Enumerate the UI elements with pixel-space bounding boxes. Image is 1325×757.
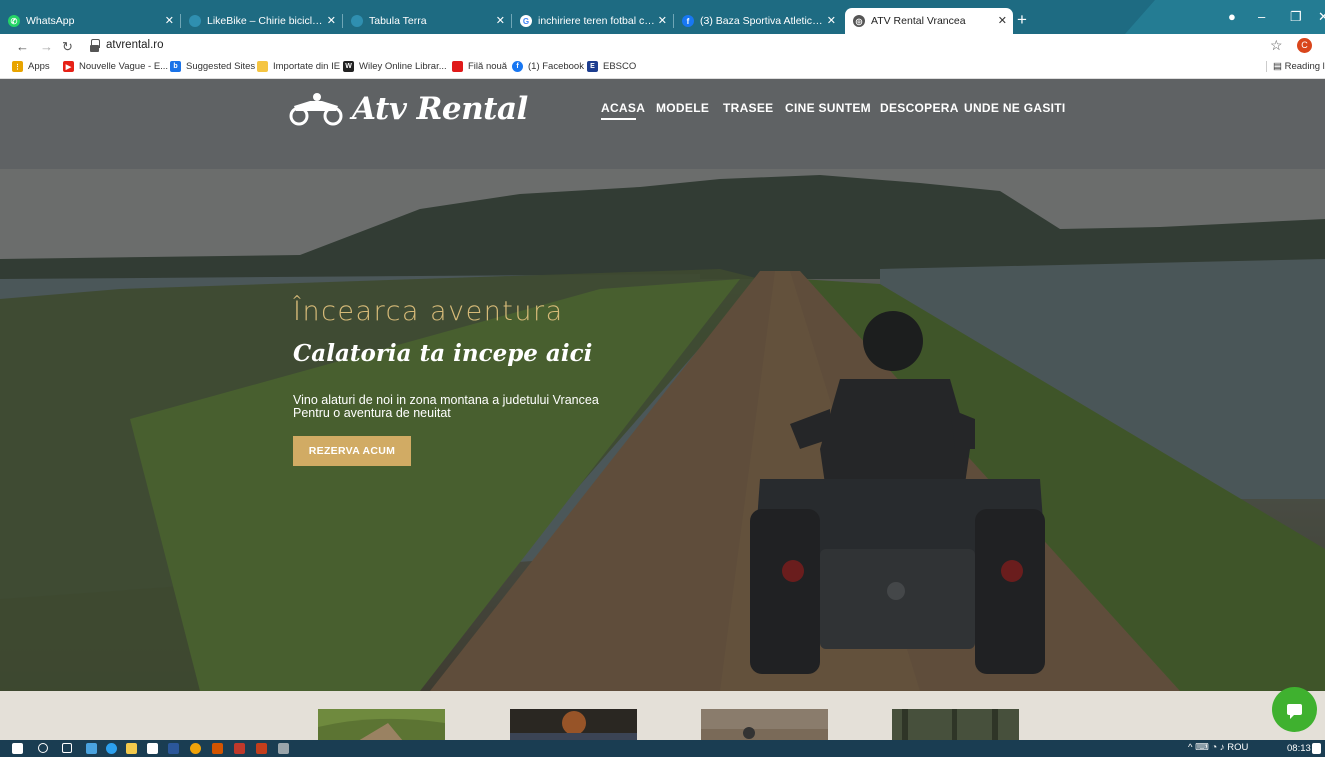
bing-icon: b: [170, 61, 181, 72]
back-icon[interactable]: ←: [16, 39, 29, 54]
notifications-icon[interactable]: [1312, 743, 1321, 754]
profile-avatar[interactable]: C: [1297, 38, 1312, 53]
ebsco-icon: E: [587, 61, 598, 72]
tab-tabula-terra[interactable]: Tabula Terra ✕: [343, 8, 511, 34]
likebike-icon: [189, 15, 201, 27]
store-icon[interactable]: [147, 743, 158, 754]
app-icon[interactable]: [278, 743, 289, 754]
lock-icon: [90, 39, 100, 52]
nav-trasee[interactable]: TRASEE: [723, 101, 773, 115]
nav-cine-suntem[interactable]: CINE SUNTEM: [785, 101, 871, 115]
nav-acasa[interactable]: ACASA: [601, 101, 645, 115]
reading-list[interactable]: ▤ Reading li: [1266, 61, 1325, 72]
facebook-icon: f: [682, 15, 694, 27]
globe-icon: ◎: [853, 15, 865, 27]
folder-icon: [257, 61, 268, 72]
powerpoint-icon[interactable]: [256, 743, 267, 754]
apps-grid-icon: ⋮: [12, 61, 23, 72]
close-icon[interactable]: ✕: [327, 14, 336, 27]
nav-descopera[interactable]: DESCOPERA: [880, 101, 959, 115]
tab-facebook-baza[interactable]: f (3) Baza Sportiva Atletico Craiova ✕: [674, 8, 842, 34]
tabula-terra-icon: [351, 15, 363, 27]
bookmarks-bar: ⋮ Apps ▶ Nouvelle Vague - E... b Suggest…: [0, 58, 1325, 79]
hero-title: Calatoria ta incepe aici: [293, 340, 593, 367]
chrome-icon[interactable]: [190, 743, 201, 754]
system-tray[interactable]: ^ ⌨ ◔ ♪ ROU: [1188, 742, 1248, 753]
model-thumbnail-1[interactable]: [318, 709, 445, 741]
bookmark-apps[interactable]: ⋮ Apps: [12, 61, 50, 72]
reload-icon[interactable]: ↻: [62, 39, 73, 55]
shield-icon[interactable]: [234, 743, 245, 754]
bookmark-wiley[interactable]: W Wiley Online Librar...: [343, 61, 447, 72]
bookmark-ebsco[interactable]: E EBSCO: [587, 61, 636, 72]
bookmark-fila-noua[interactable]: Filă nouă: [452, 61, 507, 72]
mail-icon[interactable]: [86, 743, 97, 754]
browser-tab-strip: ✆ WhatsApp ✕ LikeBike – Chirie bicicletă…: [0, 0, 1325, 34]
logo-text: Atv Rental: [352, 91, 528, 127]
nav-modele[interactable]: MODELE: [656, 101, 709, 115]
youtube-icon: ▶: [63, 61, 74, 72]
clock[interactable]: 08:13: [1287, 743, 1311, 754]
paint-icon[interactable]: [212, 743, 223, 754]
bookmark-star-icon[interactable]: ☆: [1270, 37, 1283, 54]
tab-atv-rental[interactable]: ◎ ATV Rental Vrancea ✕: [845, 8, 1013, 34]
model-thumbnail-2[interactable]: [510, 709, 637, 741]
bookmark-facebook[interactable]: f (1) Facebook: [512, 61, 584, 72]
close-icon[interactable]: ✕: [658, 14, 667, 27]
facebook-icon: f: [512, 61, 523, 72]
chat-widget-button[interactable]: [1272, 687, 1317, 732]
word-icon[interactable]: [168, 743, 179, 754]
address-bar: ← → ↻ atvrental.ro ☆ C: [0, 34, 1325, 58]
hero-desc-line-2: Pentru o aventura de neuitat: [293, 406, 451, 420]
new-tab-button[interactable]: +: [1017, 10, 1027, 30]
windows-taskbar: ^ ⌨ ◔ ♪ ROU 08:13: [0, 740, 1325, 757]
atv-logo-icon: [289, 93, 343, 126]
forward-icon[interactable]: →: [40, 39, 53, 54]
hero-dim-overlay: [0, 79, 1325, 691]
file-explorer-icon[interactable]: [126, 743, 137, 754]
extensions-icon[interactable]: ●: [1228, 9, 1236, 24]
tab-google-search[interactable]: G inchiriere teren fotbal craiova - C ✕: [512, 8, 673, 34]
tab-whatsapp[interactable]: ✆ WhatsApp ✕: [0, 8, 180, 34]
bookmark-nouvelle-vague[interactable]: ▶ Nouvelle Vague - E...: [63, 61, 168, 72]
windows-start-icon[interactable]: [12, 743, 23, 754]
bookmark-importate-din-ie[interactable]: Importate din IE: [257, 61, 340, 72]
hero-description: Vino alaturi de noi in zona montana a ju…: [293, 394, 599, 420]
close-icon[interactable]: ✕: [165, 14, 174, 27]
hero-eyebrow: Încearca aventura: [293, 296, 564, 327]
newtab-icon: [452, 61, 463, 72]
hero-section: Atv Rental ACASA MODELE TRASEE CINE SUNT…: [0, 79, 1325, 691]
url-field[interactable]: atvrental.ro: [106, 39, 164, 51]
close-window-icon[interactable]: ✕: [1318, 9, 1325, 25]
google-icon: G: [520, 15, 532, 27]
edge-icon[interactable]: [106, 743, 117, 754]
reserve-now-button[interactable]: REZERVA ACUM: [293, 436, 411, 466]
model-thumbnail-3[interactable]: [701, 709, 828, 741]
minimize-icon[interactable]: –: [1258, 9, 1265, 24]
wiley-icon: W: [343, 61, 354, 72]
bookmark-suggested-sites[interactable]: b Suggested Sites: [170, 61, 255, 72]
tab-likebike[interactable]: LikeBike – Chirie bicicletă electric ✕: [181, 8, 342, 34]
site-logo[interactable]: Atv Rental: [288, 91, 528, 127]
active-nav-indicator: [601, 118, 636, 120]
task-view-icon[interactable]: [62, 743, 72, 753]
search-icon[interactable]: [38, 743, 48, 753]
nav-unde-ne-gasiti[interactable]: UNDE NE GASITI: [964, 101, 1066, 115]
restore-icon[interactable]: ❐: [1290, 9, 1302, 25]
close-icon[interactable]: ✕: [998, 14, 1007, 27]
close-icon[interactable]: ✕: [496, 14, 505, 27]
chat-bubble-icon: [1287, 704, 1302, 719]
close-icon[interactable]: ✕: [827, 14, 836, 27]
model-thumbnail-4[interactable]: [892, 709, 1019, 741]
whatsapp-icon: ✆: [8, 15, 20, 27]
